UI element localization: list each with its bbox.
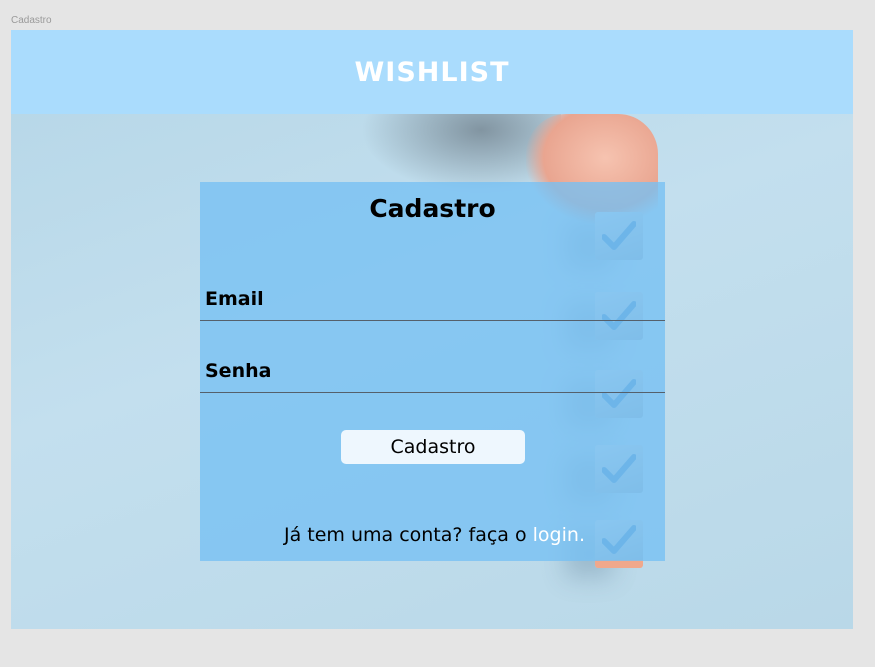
login-prompt-text: Já tem uma conta? faça o — [283, 524, 533, 546]
form-title: Cadastro — [369, 194, 496, 223]
login-suffix: . — [578, 524, 585, 546]
frame-label: Cadastro — [11, 15, 52, 26]
app-title: WISHLIST — [354, 56, 510, 88]
signup-screen: WISHLIST Cadastro Email Senha Cadastro J… — [11, 30, 853, 629]
app-header: WISHLIST — [11, 30, 853, 114]
signup-button[interactable]: Cadastro — [341, 430, 525, 464]
email-field[interactable] — [200, 298, 665, 321]
login-prompt: Já tem uma conta? faça o login. — [284, 524, 585, 546]
signup-form: Cadastro Email Senha Cadastro Já tem uma… — [200, 182, 665, 561]
login-link[interactable]: login — [533, 524, 579, 546]
password-field[interactable] — [200, 370, 665, 393]
